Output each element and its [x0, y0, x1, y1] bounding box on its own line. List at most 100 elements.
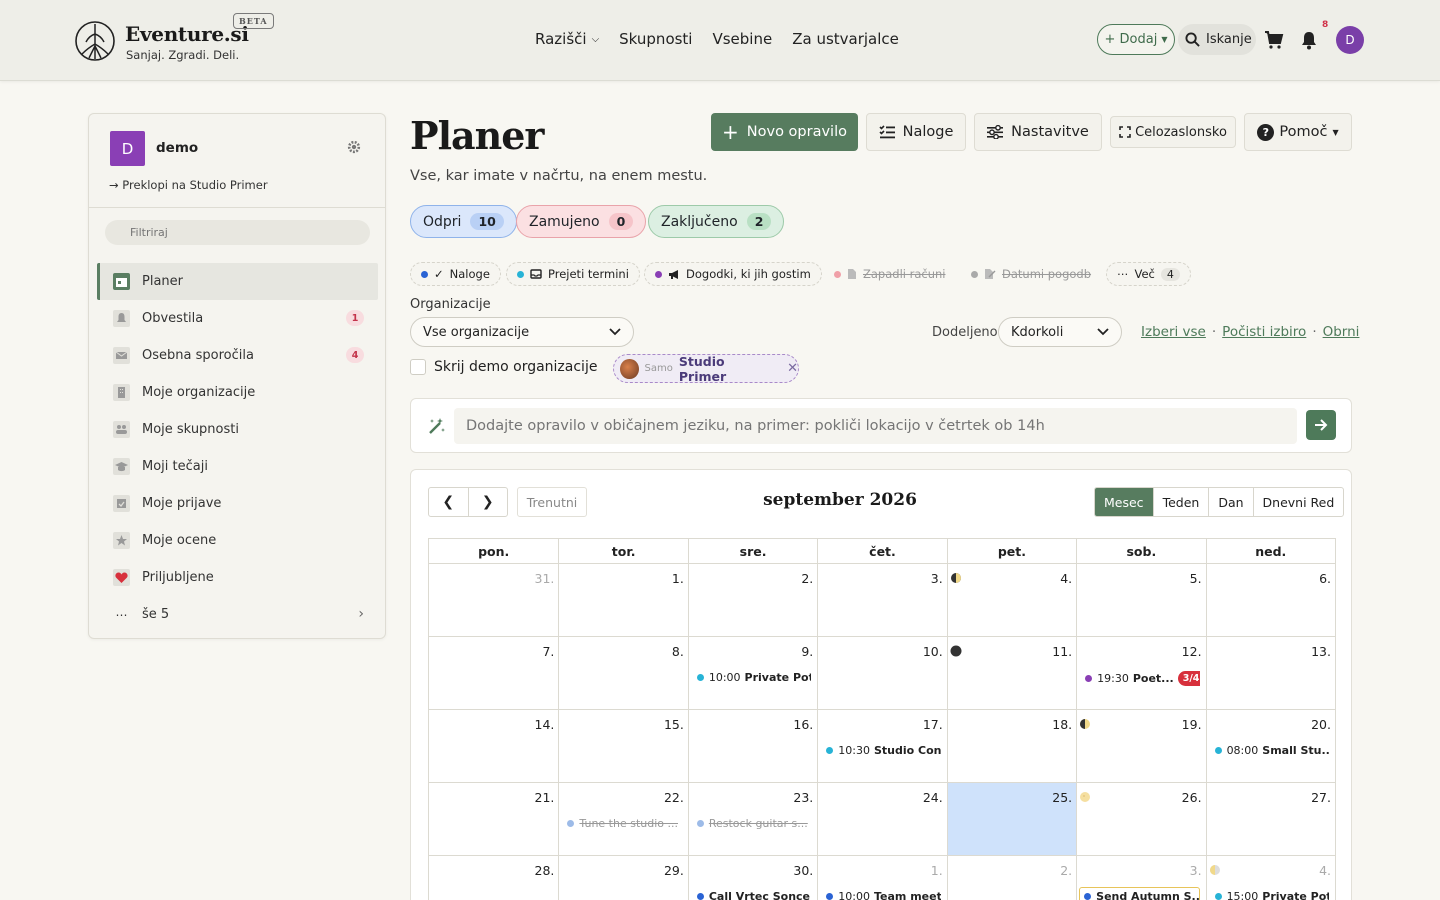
calendar-day[interactable]: 27. — [1205, 783, 1335, 855]
day-number[interactable]: 31. — [535, 571, 555, 586]
day-number[interactable]: 13. — [1311, 644, 1331, 659]
prev-month-button[interactable]: ❮ — [429, 488, 468, 516]
calendar-day[interactable]: 22. Tune the studio ... — [558, 783, 687, 855]
status-chip-completed[interactable]: Zaključeno 2 — [648, 205, 785, 238]
calendar-day[interactable]: 23. Restock guitar s... — [687, 783, 817, 855]
calendar-day[interactable]: 6. — [1205, 564, 1335, 636]
day-number[interactable]: 4. — [1319, 863, 1331, 878]
sidebar-item-registrations[interactable]: Moje prijave — [97, 485, 378, 522]
calendar-day[interactable]: 20. 08:00 Small Stu... — [1205, 710, 1335, 782]
ai-task-input[interactable] — [454, 408, 1297, 444]
calendar-day[interactable]: 7. — [429, 637, 558, 709]
calendar-day[interactable]: 14. — [429, 710, 558, 782]
calendar-day[interactable]: 30. Call Vrtec Sonce... — [687, 856, 817, 900]
calendar-event[interactable]: 15:00Private Pot... — [1214, 890, 1329, 900]
select-all-link[interactable]: Izberi vse — [1141, 324, 1206, 340]
day-number[interactable]: 2. — [1060, 863, 1072, 878]
filter-overdue-invoices[interactable]: Zapadli računi — [824, 262, 956, 286]
calendar-day[interactable]: 2. — [946, 856, 1076, 900]
calendar-event[interactable]: Restock guitar s... — [696, 817, 811, 830]
calendar-day[interactable]: 4. — [946, 564, 1076, 636]
settings-button[interactable]: Nastavitve — [974, 113, 1102, 151]
gear-icon[interactable] — [347, 140, 361, 154]
calendar-event[interactable]: 10:00Private Pot... — [696, 671, 811, 684]
calendar-day[interactable]: 19. — [1076, 710, 1205, 782]
status-chip-overdue[interactable]: Zamujeno 0 — [516, 205, 647, 238]
invert-selection-link[interactable]: Obrni — [1323, 324, 1360, 340]
next-month-button[interactable]: ❯ — [467, 488, 508, 516]
day-number[interactable]: 19. — [1182, 717, 1202, 732]
day-number[interactable]: 22. — [664, 790, 684, 805]
org-chip-only-label[interactable]: Samo — [645, 363, 673, 374]
organization-select[interactable]: Vse organizacije — [410, 317, 634, 347]
calendar-day[interactable]: 28. — [429, 856, 558, 900]
day-number[interactable]: 11. — [1052, 644, 1072, 659]
avatar[interactable]: D — [1336, 26, 1364, 54]
calendar-day[interactable]: 21. — [429, 783, 558, 855]
assignee-select[interactable]: Kdorkoli — [998, 317, 1122, 347]
day-number[interactable]: 24. — [923, 790, 943, 805]
hide-demo-checkbox[interactable] — [410, 359, 426, 375]
calendar-day[interactable]: 11. — [946, 637, 1076, 709]
switch-org-link[interactable]: → Preklopi na Studio Primer — [109, 178, 268, 192]
bell-icon[interactable] — [1299, 30, 1319, 50]
tab-month[interactable]: Mesec — [1095, 488, 1153, 516]
sidebar-item-messages[interactable]: Osebna sporočila 4 — [97, 337, 378, 374]
day-number[interactable]: 18. — [1052, 717, 1072, 732]
calendar-event[interactable]: 10:00Team meet... — [826, 890, 941, 900]
day-number[interactable]: 2. — [801, 571, 813, 586]
cart-icon[interactable] — [1264, 30, 1284, 50]
nav-content[interactable]: Vsebine — [712, 30, 772, 48]
clear-selection-link[interactable]: Počisti izbiro — [1222, 324, 1306, 340]
tree-logo-icon[interactable] — [74, 20, 116, 62]
calendar-day[interactable]: 16. — [687, 710, 817, 782]
calendar-day[interactable]: 1. — [558, 564, 687, 636]
day-number[interactable]: 15. — [664, 717, 684, 732]
calendar-event[interactable]: 19:30Poet...3/45 — [1085, 671, 1200, 686]
day-number[interactable]: 10. — [923, 644, 943, 659]
filter-contract-dates[interactable]: Datumi pogodb — [961, 262, 1101, 286]
day-number[interactable]: 28. — [535, 863, 555, 878]
calendar-day[interactable]: 5. — [1076, 564, 1205, 636]
day-number[interactable]: 16. — [793, 717, 813, 732]
day-number[interactable]: 29. — [664, 863, 684, 878]
sidebar-item-courses[interactable]: Moji tečaji — [97, 448, 378, 485]
sidebar-item-more[interactable]: ⋯ še 5 › — [97, 596, 378, 633]
day-number[interactable]: 3. — [931, 571, 943, 586]
status-chip-open[interactable]: Odpri 10 — [410, 205, 517, 238]
day-number[interactable]: 20. — [1311, 717, 1331, 732]
sidebar-item-reviews[interactable]: Moje ocene — [97, 522, 378, 559]
sidebar-item-favorites[interactable]: Priljubljene — [97, 559, 378, 596]
calendar-day[interactable]: 8. — [558, 637, 687, 709]
sidebar-filter-input[interactable] — [105, 220, 370, 245]
calendar-day[interactable]: 2. — [687, 564, 817, 636]
filter-hosted-events[interactable]: Dogodki, ki jih gostim — [644, 262, 822, 286]
calendar-day[interactable]: 10. — [817, 637, 946, 709]
tab-day[interactable]: Dan — [1208, 488, 1252, 516]
day-number[interactable]: 9. — [801, 644, 813, 659]
day-number[interactable]: 23. — [793, 790, 813, 805]
day-number[interactable]: 12. — [1182, 644, 1202, 659]
day-number[interactable]: 8. — [672, 644, 684, 659]
help-button[interactable]: ? Pomoč ▼ — [1244, 113, 1352, 151]
tasks-button[interactable]: Naloge — [866, 113, 966, 151]
day-number[interactable]: 14. — [535, 717, 555, 732]
calendar-day[interactable]: 31. — [429, 564, 558, 636]
day-number[interactable]: 27. — [1311, 790, 1331, 805]
calendar-day[interactable]: 26. — [1076, 783, 1205, 855]
org-name[interactable]: demo — [156, 140, 198, 156]
nav-creators[interactable]: Za ustvarjalce — [792, 30, 899, 48]
calendar-day[interactable]: 24. — [817, 783, 946, 855]
calendar-day[interactable]: 18. — [946, 710, 1076, 782]
day-number[interactable]: 6. — [1319, 571, 1331, 586]
day-number[interactable]: 30. — [793, 863, 813, 878]
tab-week[interactable]: Teden — [1152, 488, 1209, 516]
calendar-day[interactable]: 13. — [1205, 637, 1335, 709]
today-button[interactable]: Trenutni — [517, 487, 587, 517]
calendar-event[interactable]: Send Autumn S... — [1079, 887, 1200, 900]
calendar-event[interactable]: 08:00 Small Stu... — [1214, 744, 1329, 757]
calendar-day[interactable]: 15. — [558, 710, 687, 782]
sidebar-item-organizations[interactable]: Moje organizacije — [97, 374, 378, 411]
filter-received-slots[interactable]: Prejeti termini — [506, 262, 640, 286]
calendar-event[interactable]: Call Vrtec Sonce... — [696, 890, 811, 900]
